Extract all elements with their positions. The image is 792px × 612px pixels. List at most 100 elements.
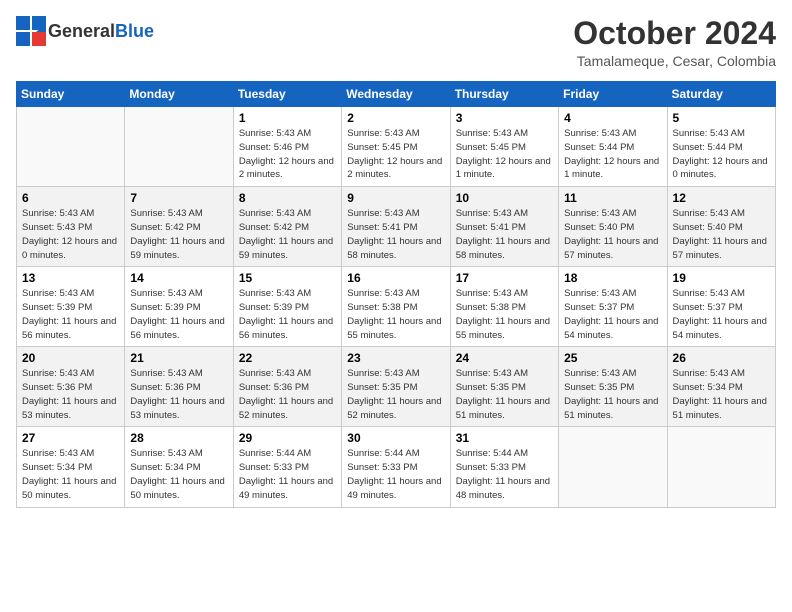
cell-day-number: 21 xyxy=(130,351,227,365)
cell-day-number: 12 xyxy=(673,191,770,205)
cell-info: Sunrise: 5:43 AM Sunset: 5:41 PM Dayligh… xyxy=(456,207,553,262)
page-header: GeneralBlue October 2024 Tamalameque, Ce… xyxy=(16,16,776,69)
cell-info: Sunrise: 5:43 AM Sunset: 5:42 PM Dayligh… xyxy=(130,207,227,262)
calendar-cell xyxy=(559,427,667,507)
cell-info: Sunrise: 5:43 AM Sunset: 5:35 PM Dayligh… xyxy=(564,367,661,422)
cell-info: Sunrise: 5:43 AM Sunset: 5:39 PM Dayligh… xyxy=(130,287,227,342)
cell-day-number: 4 xyxy=(564,111,661,125)
calendar-cell: 28Sunrise: 5:43 AM Sunset: 5:34 PM Dayli… xyxy=(125,427,233,507)
cell-info: Sunrise: 5:43 AM Sunset: 5:35 PM Dayligh… xyxy=(347,367,444,422)
calendar-cell: 2 Sunrise: 5:43 AM Sunset: 5:45 PM Daylig… xyxy=(342,107,450,187)
weekday-header: Thursday xyxy=(450,82,558,107)
cell-day-number: 31 xyxy=(456,431,553,445)
cell-day-number: 6 xyxy=(22,191,119,205)
cell-info: Sunrise: 5:43 AM Sunset: 5:44 PM Dayligh… xyxy=(564,127,661,182)
calendar-cell: 3 Sunrise: 5:43 AM Sunset: 5:45 PM Daylig… xyxy=(450,107,558,187)
calendar-cell: 5 Sunrise: 5:43 AM Sunset: 5:44 PM Daylig… xyxy=(667,107,775,187)
cell-day-number: 28 xyxy=(130,431,227,445)
calendar-week-row: 20Sunrise: 5:43 AM Sunset: 5:36 PM Dayli… xyxy=(17,347,776,427)
cell-day-number: 9 xyxy=(347,191,444,205)
location-title: Tamalameque, Cesar, Colombia xyxy=(573,53,776,69)
cell-day-number: 13 xyxy=(22,271,119,285)
logo-general: General xyxy=(48,21,115,41)
logo-icon xyxy=(16,16,46,46)
calendar-cell: 1 Sunrise: 5:43 AM Sunset: 5:46 PM Daylig… xyxy=(233,107,341,187)
calendar-cell: 26 Sunrise: 5:43 AM Sunset: 5:34 PM Dayli… xyxy=(667,347,775,427)
cell-info: Sunrise: 5:43 AM Sunset: 5:44 PM Dayligh… xyxy=(673,127,770,182)
cell-day-number: 17 xyxy=(456,271,553,285)
cell-day-number: 23 xyxy=(347,351,444,365)
cell-day-number: 3 xyxy=(456,111,553,125)
cell-day-number: 5 xyxy=(673,111,770,125)
cell-day-number: 16 xyxy=(347,271,444,285)
calendar-cell: 25Sunrise: 5:43 AM Sunset: 5:35 PM Dayli… xyxy=(559,347,667,427)
cell-info: Sunrise: 5:44 AM Sunset: 5:33 PM Dayligh… xyxy=(456,447,553,502)
weekday-header: Saturday xyxy=(667,82,775,107)
cell-info: Sunrise: 5:43 AM Sunset: 5:36 PM Dayligh… xyxy=(239,367,336,422)
cell-day-number: 11 xyxy=(564,191,661,205)
cell-info: Sunrise: 5:43 AM Sunset: 5:42 PM Dayligh… xyxy=(239,207,336,262)
cell-day-number: 24 xyxy=(456,351,553,365)
cell-day-number: 1 xyxy=(239,111,336,125)
weekday-header: Friday xyxy=(559,82,667,107)
calendar-cell: 6Sunrise: 5:43 AM Sunset: 5:43 PM Daylig… xyxy=(17,187,125,267)
calendar-cell: 4 Sunrise: 5:43 AM Sunset: 5:44 PM Daylig… xyxy=(559,107,667,187)
cell-info: Sunrise: 5:43 AM Sunset: 5:34 PM Dayligh… xyxy=(673,367,770,422)
calendar-week-row: 13 Sunrise: 5:43 AM Sunset: 5:39 PM Dayli… xyxy=(17,267,776,347)
cell-info: Sunrise: 5:43 AM Sunset: 5:46 PM Dayligh… xyxy=(239,127,336,182)
cell-info: Sunrise: 5:43 AM Sunset: 5:38 PM Dayligh… xyxy=(456,287,553,342)
cell-info: Sunrise: 5:43 AM Sunset: 5:45 PM Dayligh… xyxy=(347,127,444,182)
cell-info: Sunrise: 5:43 AM Sunset: 5:38 PM Dayligh… xyxy=(347,287,444,342)
cell-info: Sunrise: 5:43 AM Sunset: 5:37 PM Dayligh… xyxy=(673,287,770,342)
weekday-header: Wednesday xyxy=(342,82,450,107)
cell-info: Sunrise: 5:43 AM Sunset: 5:37 PM Dayligh… xyxy=(564,287,661,342)
calendar-cell: 18 Sunrise: 5:43 AM Sunset: 5:37 PM Dayli… xyxy=(559,267,667,347)
calendar-cell: 13 Sunrise: 5:43 AM Sunset: 5:39 PM Dayli… xyxy=(17,267,125,347)
calendar-cell: 14 Sunrise: 5:43 AM Sunset: 5:39 PM Dayli… xyxy=(125,267,233,347)
cell-day-number: 27 xyxy=(22,431,119,445)
cell-day-number: 14 xyxy=(130,271,227,285)
logo-blue: Blue xyxy=(115,21,154,41)
calendar-cell: 31 Sunrise: 5:44 AM Sunset: 5:33 PM Dayli… xyxy=(450,427,558,507)
calendar-cell: 11 Sunrise: 5:43 AM Sunset: 5:40 PM Dayli… xyxy=(559,187,667,267)
cell-info: Sunrise: 5:43 AM Sunset: 5:39 PM Dayligh… xyxy=(22,287,119,342)
month-title: October 2024 xyxy=(573,16,776,51)
calendar-cell xyxy=(17,107,125,187)
cell-day-number: 29 xyxy=(239,431,336,445)
calendar-cell: 22 Sunrise: 5:43 AM Sunset: 5:36 PM Dayli… xyxy=(233,347,341,427)
cell-info: Sunrise: 5:44 AM Sunset: 5:33 PM Dayligh… xyxy=(239,447,336,502)
calendar-cell: 21Sunrise: 5:43 AM Sunset: 5:36 PM Dayli… xyxy=(125,347,233,427)
cell-day-number: 18 xyxy=(564,271,661,285)
calendar-table: SundayMondayTuesdayWednesdayThursdayFrid… xyxy=(16,81,776,507)
cell-day-number: 8 xyxy=(239,191,336,205)
calendar-cell: 8 Sunrise: 5:43 AM Sunset: 5:42 PM Daylig… xyxy=(233,187,341,267)
cell-info: Sunrise: 5:43 AM Sunset: 5:39 PM Dayligh… xyxy=(239,287,336,342)
cell-info: Sunrise: 5:43 AM Sunset: 5:34 PM Dayligh… xyxy=(22,447,119,502)
cell-day-number: 10 xyxy=(456,191,553,205)
calendar-cell: 19Sunrise: 5:43 AM Sunset: 5:37 PM Dayli… xyxy=(667,267,775,347)
weekday-header: Tuesday xyxy=(233,82,341,107)
cell-info: Sunrise: 5:43 AM Sunset: 5:40 PM Dayligh… xyxy=(673,207,770,262)
calendar-cell: 12 Sunrise: 5:43 AM Sunset: 5:40 PM Dayli… xyxy=(667,187,775,267)
cell-day-number: 26 xyxy=(673,351,770,365)
cell-info: Sunrise: 5:43 AM Sunset: 5:45 PM Dayligh… xyxy=(456,127,553,182)
cell-day-number: 22 xyxy=(239,351,336,365)
calendar-cell: 27 Sunrise: 5:43 AM Sunset: 5:34 PM Dayli… xyxy=(17,427,125,507)
cell-info: Sunrise: 5:43 AM Sunset: 5:41 PM Dayligh… xyxy=(347,207,444,262)
logo: GeneralBlue xyxy=(16,16,154,46)
calendar-cell: 17 Sunrise: 5:43 AM Sunset: 5:38 PM Dayli… xyxy=(450,267,558,347)
calendar-week-row: 27 Sunrise: 5:43 AM Sunset: 5:34 PM Dayli… xyxy=(17,427,776,507)
cell-info: Sunrise: 5:43 AM Sunset: 5:40 PM Dayligh… xyxy=(564,207,661,262)
calendar-cell xyxy=(125,107,233,187)
calendar-week-row: 6Sunrise: 5:43 AM Sunset: 5:43 PM Daylig… xyxy=(17,187,776,267)
weekday-header: Sunday xyxy=(17,82,125,107)
calendar-header-row: SundayMondayTuesdayWednesdayThursdayFrid… xyxy=(17,82,776,107)
cell-day-number: 7 xyxy=(130,191,227,205)
cell-day-number: 2 xyxy=(347,111,444,125)
calendar-cell: 20Sunrise: 5:43 AM Sunset: 5:36 PM Dayli… xyxy=(17,347,125,427)
weekday-header: Monday xyxy=(125,82,233,107)
calendar-week-row: 1 Sunrise: 5:43 AM Sunset: 5:46 PM Daylig… xyxy=(17,107,776,187)
calendar-cell: 15Sunrise: 5:43 AM Sunset: 5:39 PM Dayli… xyxy=(233,267,341,347)
calendar-cell: 30Sunrise: 5:44 AM Sunset: 5:33 PM Dayli… xyxy=(342,427,450,507)
cell-info: Sunrise: 5:44 AM Sunset: 5:33 PM Dayligh… xyxy=(347,447,444,502)
